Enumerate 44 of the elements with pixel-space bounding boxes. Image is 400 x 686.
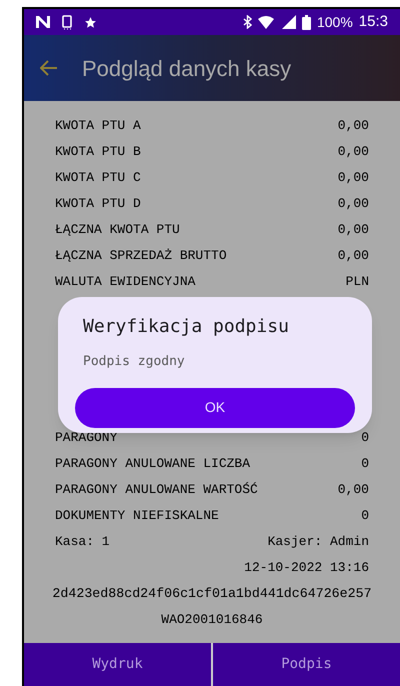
receipt-value: 0,00 [338,143,369,162]
bluetooth-icon [242,15,252,29]
signal-icon [280,15,296,29]
star-icon [84,16,97,28]
bottom-button[interactable]: Podpis [213,643,400,686]
ok-button[interactable]: OK [75,388,355,428]
receipt-label: PARAGONY [55,429,118,448]
receipt-label: Kasa: 1 [55,533,110,552]
receipt-value: 0 [361,507,369,526]
receipt-label: ŁĄCZNA KWOTA PTU [55,221,180,240]
receipt-label: DOKUMENTY NIEFISKALNE [55,507,219,526]
receipt-hash: 2d423ed88cd24f06c1cf01a1bd441dc64726e257 [52,585,372,604]
receipt-value: 0,00 [338,169,369,188]
receipt-label: WALUTA EWIDENCYJNA [55,273,196,292]
receipt-label: PARAGONY ANULOWANE WARTOŚĆ [55,481,258,500]
bottom-button[interactable]: Wydruk [24,643,211,686]
receipt-value: 0,00 [338,195,369,214]
dialog-message: Podpis zgodny [83,353,186,371]
battery-percent: 100% [316,12,353,32]
dialog-title: Weryfikacja podpisu [83,315,290,339]
receipt-value: Kasjer: Admin [268,533,369,552]
receipt-label: KWOTA PTU A [55,117,141,136]
receipt-label: ŁĄCZNA SPRZEDAŻ BRUTTO [55,247,227,266]
back-arrow-icon [40,60,58,76]
status-time: 15:3 [358,12,388,32]
battery-icon [302,14,311,30]
receipt-label: KWOTA PTU C [55,169,141,188]
wifi-icon [258,16,274,28]
back-button[interactable] [40,60,58,76]
receipt-number: WAO2001016846 [161,611,263,630]
receipt-date: 12-10-2022 13:16 [244,559,369,578]
receipt-label: KWOTA PTU D [55,195,141,214]
receipt-value: 0,00 [338,221,369,240]
receipt-value: 0,00 [338,247,369,266]
notification-icon [36,16,50,28]
receipt-value: 0 [361,429,369,448]
receipt-value: 0 [361,455,369,474]
receipt-label: PARAGONY ANULOWANE LICZBA [55,455,250,474]
receipt-label: KWOTA PTU B [55,143,141,162]
receipt-value: PLN [346,273,369,292]
receipt-value: 0,00 [338,481,369,500]
phone-icon [62,14,72,30]
receipt-value: 0,00 [338,117,369,136]
screen-title: Podgląd danych kasy [82,54,292,83]
